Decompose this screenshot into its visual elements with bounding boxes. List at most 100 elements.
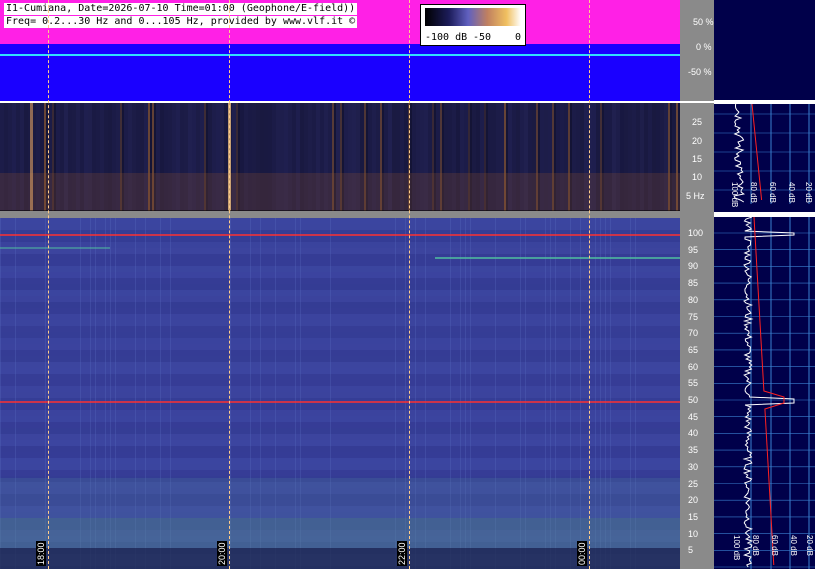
profile-low-db-label: 100 dB xyxy=(730,182,739,208)
profile-panel xyxy=(714,0,815,569)
high-freq-label: 30 xyxy=(688,461,699,472)
time-label: 20:00 xyxy=(217,541,227,566)
profile-high-db-label: 80 dB xyxy=(751,535,760,556)
time-label: 22:00 xyxy=(397,541,407,566)
time-gridline xyxy=(48,0,49,569)
high-freq-label: 10 xyxy=(688,528,699,539)
texture xyxy=(0,350,680,356)
texture xyxy=(0,266,680,272)
high-freq-label: 45 xyxy=(688,411,699,422)
time-gridline xyxy=(229,0,230,569)
time-gridline xyxy=(589,0,590,569)
burst xyxy=(30,103,33,211)
texture xyxy=(0,410,680,416)
texture xyxy=(0,296,680,302)
texture xyxy=(0,446,680,452)
texture xyxy=(0,386,680,392)
profile-mean xyxy=(753,217,785,566)
spectrogram-high-canvas xyxy=(0,218,680,569)
spectrogram-low-canvas xyxy=(0,103,680,211)
texture xyxy=(0,362,680,368)
texture xyxy=(0,302,680,308)
texture xyxy=(0,434,680,440)
high-freq-label: 35 xyxy=(688,445,699,456)
texture xyxy=(0,338,680,344)
texture xyxy=(0,452,680,458)
texture xyxy=(0,470,680,476)
low-freq-label: 20 xyxy=(692,136,703,146)
texture xyxy=(0,344,680,350)
texture xyxy=(0,356,680,362)
time-gridline xyxy=(409,0,410,569)
high-freq-label: 95 xyxy=(688,244,699,255)
texture xyxy=(0,374,680,380)
profile-high-canvas xyxy=(714,217,815,569)
profile-trace xyxy=(742,217,795,568)
texture xyxy=(0,242,680,248)
high-freq-label: 60 xyxy=(688,361,699,372)
profile-separator xyxy=(714,212,815,217)
profile-high-db-label: 100 dB xyxy=(732,535,741,561)
texture xyxy=(0,224,680,230)
wave-axis-label: -50 % xyxy=(688,67,712,77)
high-freq-label: 65 xyxy=(688,344,699,355)
high-freq-label: 50 xyxy=(688,395,699,405)
vlf-display: I1-Cumiana, Date=2026-07-10 Time=01:00 (… xyxy=(0,0,815,569)
high-freq-label: 15 xyxy=(688,511,699,522)
high-freq-label: 55 xyxy=(688,378,699,389)
profile-low-db-label: 20 dB xyxy=(804,182,813,203)
high-freq-axis: 100 95 90 85 80 75 70 65 60 55 50 45 40 35 30 25 20 15 10 5 xyxy=(680,218,714,569)
texture xyxy=(0,392,680,398)
texture xyxy=(0,332,680,338)
low-freq-label: 5 Hz xyxy=(686,191,705,201)
high-freq-label: 40 xyxy=(688,428,699,439)
time-label: 00:00 xyxy=(577,541,587,566)
legend-max: 0 xyxy=(515,32,522,43)
texture xyxy=(0,440,680,446)
texture xyxy=(0,308,680,314)
low-freq-label: 10 xyxy=(692,172,703,182)
texture xyxy=(0,236,680,242)
spectrogram-low xyxy=(0,103,680,211)
waveform-trace xyxy=(0,54,680,56)
texture xyxy=(0,284,680,290)
high-freq-label: 70 xyxy=(688,328,699,339)
header-subtitle: Freq= 0.2...30 Hz and 0...105 Hz, provid… xyxy=(4,16,358,28)
low-freq-label: 25 xyxy=(692,117,703,127)
profile-high-db-label: 20 dB xyxy=(805,535,814,556)
texture xyxy=(0,290,680,296)
profile-high-db-label: 40 dB xyxy=(789,535,798,556)
texture xyxy=(0,314,680,320)
wave-axis-label: 50 % xyxy=(693,17,714,27)
low-band xyxy=(0,173,680,211)
profile-separator xyxy=(714,100,815,104)
texture xyxy=(0,248,680,254)
high-freq-label: 75 xyxy=(688,311,699,322)
texture xyxy=(0,278,680,284)
header-title: I1-Cumiana, Date=2026-07-10 Time=01:00 (… xyxy=(4,3,358,15)
low-freq-label: 15 xyxy=(692,154,703,164)
high-freq-label: 20 xyxy=(688,495,699,506)
profile-low-db-label: 80 dB xyxy=(749,182,758,203)
legend-mid: -50 xyxy=(473,32,492,43)
texture xyxy=(0,260,680,266)
spectrogram-high xyxy=(0,218,680,569)
high-freq-label: 80 xyxy=(688,294,699,305)
texture xyxy=(0,326,680,332)
profile-low-db-label: 40 dB xyxy=(787,182,796,203)
legend-min: -100 dB xyxy=(425,32,468,43)
legend-gradient xyxy=(425,8,521,26)
wave-axis-label: 0 % xyxy=(696,42,712,52)
texture xyxy=(0,218,680,224)
texture xyxy=(0,254,680,260)
texture xyxy=(0,458,680,464)
texture xyxy=(0,464,680,470)
texture xyxy=(0,404,680,410)
texture xyxy=(0,398,680,404)
high-freq-label: 100 xyxy=(688,228,704,238)
time-label: 18:00 xyxy=(36,541,46,566)
profile-low-db-label: 60 dB xyxy=(768,182,777,203)
texture xyxy=(0,272,680,278)
texture xyxy=(0,368,680,374)
texture xyxy=(0,380,680,386)
